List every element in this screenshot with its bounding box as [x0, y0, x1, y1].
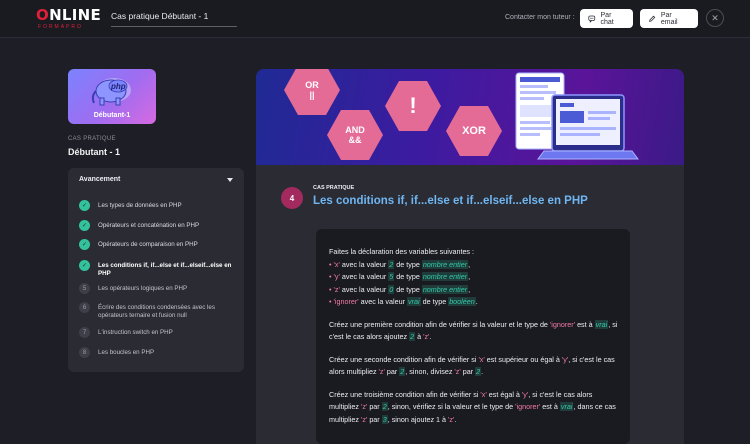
svg-text:php: php — [110, 82, 126, 91]
hex-and: AND && — [327, 110, 383, 160]
logo[interactable]: ONLINE FORMAPRO — [36, 8, 101, 32]
top-bar: ONLINE FORMAPRO Cas pratique Débutant - … — [0, 0, 750, 38]
case-title: Débutant - 1 — [68, 147, 121, 157]
contact-tutor-label: Contacter mon tuteur : — [505, 14, 575, 21]
progress-title: Avancement — [79, 176, 121, 183]
var-line: • 'ignorer' avec la valeur vrai de type … — [329, 297, 478, 306]
step-number: 6 — [79, 302, 90, 313]
exercise-paragraph-3: Créez une troisième condition afin de vé… — [329, 389, 616, 424]
check-icon: ✓ — [79, 200, 90, 211]
step-number: 5 — [79, 283, 90, 294]
lesson-kicker: CAS PRATIQUE — [313, 185, 355, 191]
chevron-down-icon — [227, 178, 233, 182]
step-item[interactable]: ✓ Opérateurs et concaténation en PHP — [79, 220, 239, 231]
step-label: Les types de données en PHP — [98, 202, 182, 209]
var-line: • 'z' avec la valeur 0 de type nombre en… — [329, 284, 471, 294]
close-button[interactable]: ✕ — [706, 9, 724, 27]
step-label: Opérateurs de comparaison en PHP — [98, 241, 198, 248]
course-title: Cas pratique Débutant - 1 — [111, 11, 209, 21]
check-icon: ✓ — [79, 220, 90, 231]
php-elephant-icon: php — [91, 78, 131, 106]
var-line: • 'x' avec la valeur 2 de type nombre en… — [329, 259, 471, 269]
edit-icon — [649, 15, 656, 22]
step-label: Les conditions if, if...else et if...els… — [98, 262, 232, 277]
hex-or: OR || — [284, 69, 340, 115]
step-label: Écrire des conditions condensées avec le… — [98, 304, 215, 319]
exercise-paragraph-2: Créez une seconde condition afin de véri… — [329, 354, 615, 376]
chat-icon — [588, 15, 596, 23]
progress-header[interactable]: Avancement — [68, 168, 244, 192]
step-label: Les boucles en PHP — [98, 349, 155, 356]
badge-label: Débutant-1 — [93, 112, 131, 119]
step-item[interactable]: 5 Les opérateurs logiques en PHP — [79, 283, 239, 294]
var-line: • 'y' avec la valeur 5 de type nombre en… — [329, 272, 471, 281]
chat-button-label: Par chat — [600, 11, 614, 26]
step-number: 7 — [79, 327, 90, 338]
lesson-title: Les conditions if, if...else et if...els… — [313, 195, 588, 207]
chat-button[interactable]: Par chat — [580, 9, 633, 28]
email-button-label: Par email — [660, 11, 678, 26]
hex-not: ! — [385, 81, 441, 131]
lesson-number: 4 — [281, 187, 303, 209]
step-label: Les opérateurs logiques en PHP — [98, 285, 188, 292]
case-kicker: CAS PRATIQUE — [68, 136, 116, 142]
exercise-box: Faites la déclaration des variables suiv… — [316, 229, 630, 444]
step-item[interactable]: 6 Écrire des conditions condensées avec … — [79, 302, 239, 320]
course-badge: php Débutant-1 — [68, 69, 156, 124]
exercise-text: Faites la déclaration des variables suiv… — [329, 246, 619, 436]
step-item[interactable]: ✓ Les types de données en PHP — [79, 200, 239, 211]
logo-subtitle: FORMAPRO — [38, 24, 83, 30]
lesson-card: OR || AND && ! XOR 4 CAS PRATIQUE Les co… — [256, 69, 684, 444]
hex-xor: XOR — [446, 106, 502, 156]
step-label: L'instruction switch en PHP — [98, 329, 173, 336]
step-item[interactable]: ✓ Opérateurs de comparaison en PHP — [79, 239, 239, 250]
check-icon: ✓ — [79, 239, 90, 250]
step-item-current[interactable]: ✓ Les conditions if, if...else et if...e… — [79, 260, 239, 278]
step-number: 8 — [79, 347, 90, 358]
step-item[interactable]: 8 Les boucles en PHP — [79, 347, 239, 358]
lesson-banner: OR || AND && ! XOR — [256, 69, 684, 165]
step-label: Opérateurs et concaténation en PHP — [98, 222, 200, 229]
step-item[interactable]: 7 L'instruction switch en PHP — [79, 327, 239, 338]
laptop-illustration — [515, 72, 639, 160]
progress-panel: Avancement ✓ Les types de données en PHP… — [68, 168, 244, 372]
check-icon: ✓ — [79, 260, 90, 271]
email-button[interactable]: Par email — [640, 9, 698, 28]
course-title-field: Cas pratique Débutant - 1 — [111, 10, 237, 27]
close-icon: ✕ — [711, 12, 719, 23]
exercise-paragraph-1: Créez une première condition afin de vér… — [329, 319, 618, 341]
exercise-intro: Faites la déclaration des variables suiv… — [329, 247, 475, 256]
